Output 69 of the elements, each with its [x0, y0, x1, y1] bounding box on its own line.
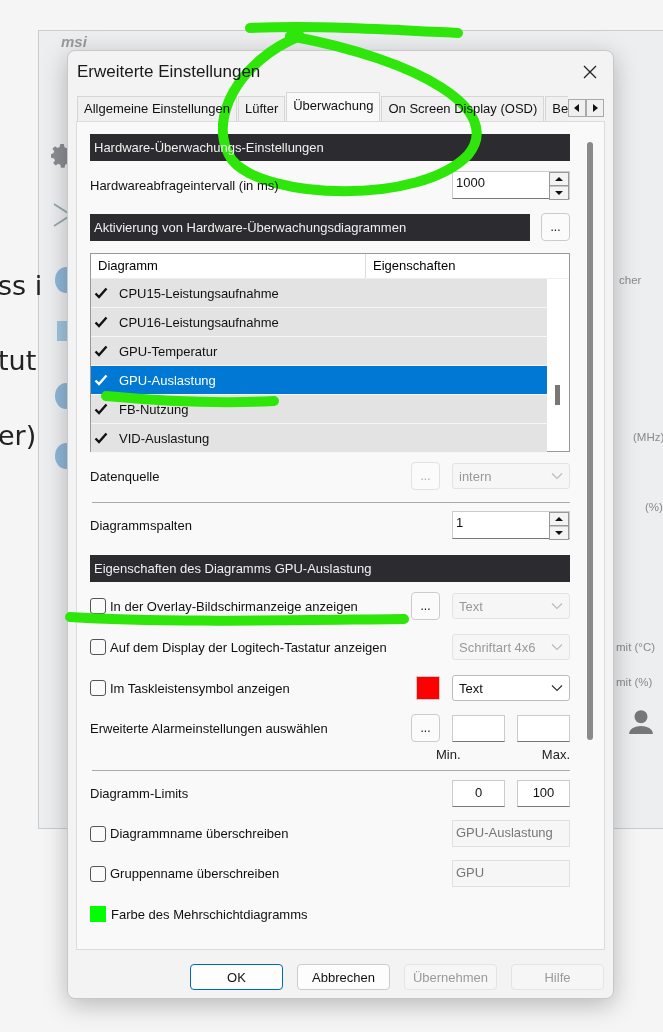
row-name: CPU16-Leistungsaufnahme	[119, 314, 279, 330]
close-icon[interactable]	[583, 65, 597, 79]
side-label: (MHz)	[633, 431, 663, 443]
more-button[interactable]: ...	[541, 213, 570, 241]
dialog-button[interactable]: Abbrechen	[297, 964, 390, 990]
column-header[interactable]: Eigenschaften	[366, 254, 456, 278]
field-label: Datenquelle	[90, 468, 160, 484]
min-field[interactable]	[452, 714, 505, 742]
text-field[interactable]: GPU	[452, 860, 570, 887]
color-swatch[interactable]	[416, 676, 440, 700]
tab[interactable]: Be	[545, 96, 568, 121]
chevron-icon	[551, 602, 563, 610]
row-name: FB-Nutzung	[119, 401, 189, 417]
dialog-button[interactable]: OK	[190, 964, 283, 990]
more-button[interactable]: ...	[411, 714, 440, 742]
column-header[interactable]: Diagramm	[91, 254, 366, 278]
scroll-left-button[interactable]	[568, 99, 586, 117]
list-row[interactable]: VID-Auslastung	[91, 424, 547, 453]
scroll-right-button[interactable]	[586, 99, 604, 117]
list-row[interactable]: CPU15-Leistungsaufnahme	[91, 279, 547, 308]
section-header: Eigenschaften des Diagramms GPU-Auslastung	[90, 555, 570, 582]
page-text: ss i	[0, 270, 43, 301]
check-icon[interactable]	[94, 316, 108, 328]
field-label: Diagramm-Limits	[90, 786, 189, 801]
tab[interactable]: Lüfter	[238, 96, 286, 121]
row-name: CPU15-Leistungsaufnahme	[119, 285, 279, 301]
min-field[interactable]: 0	[452, 780, 505, 807]
max-field[interactable]	[517, 714, 570, 742]
chevron-icon	[551, 684, 563, 692]
text-field[interactable]: GPU-Auslastung	[452, 820, 570, 847]
spin-field[interactable]: 1	[452, 511, 570, 539]
side-label: mit (°C)	[616, 641, 656, 653]
max-field[interactable]: 100	[517, 780, 570, 807]
section-header: Aktivierung von Hardware-Überwachungsdiagrammen	[90, 213, 530, 241]
spin-buttons[interactable]	[549, 172, 569, 200]
row-name: VID-Auslastung	[119, 430, 210, 446]
app-logo: msi	[61, 33, 87, 50]
list-row[interactable]: CPU16-Leistungsaufnahme	[91, 308, 547, 337]
spin-field[interactable]: 1000	[452, 171, 570, 199]
chevron-icon	[551, 472, 563, 480]
side-label: (%)	[645, 501, 663, 513]
field-caption: Max.	[540, 747, 570, 762]
checkbox-label[interactable]: Im Taskleistensymbol anzeigen	[110, 680, 290, 696]
page-text: er)	[0, 420, 37, 451]
color-swatch[interactable]	[90, 906, 106, 922]
list-row[interactable]: GPU-Temperatur	[91, 337, 547, 366]
row-name: GPU-Temperatur	[119, 343, 218, 359]
side-label: mit (%)	[616, 676, 653, 688]
check-icon[interactable]	[94, 287, 108, 299]
dropdown[interactable]: Text	[452, 675, 570, 701]
chevron-icon	[551, 643, 563, 651]
checkbox[interactable]	[90, 680, 106, 696]
check-icon[interactable]	[94, 403, 108, 415]
spin-buttons[interactable]	[549, 512, 569, 540]
checkbox-label[interactable]: Diagrammname überschreiben	[110, 826, 289, 841]
checkbox-label[interactable]: Gruppenname überschreiben	[110, 866, 280, 881]
list-row[interactable]: GPU-Auslastung	[91, 366, 547, 395]
field-label: Farbe des Mehrschichtdiagramms	[111, 906, 308, 922]
side-label: cher	[619, 274, 642, 286]
checkbox[interactable]	[90, 865, 106, 882]
field-caption: Min.	[436, 747, 462, 762]
scrollbar[interactable]	[587, 142, 593, 740]
field-label: Diagrammspalten	[90, 517, 192, 533]
row-name: GPU-Auslastung	[119, 372, 216, 388]
field-label: Erweiterte Alarmeinstellungen auswählen	[90, 720, 328, 736]
checkbox[interactable]	[90, 825, 106, 842]
check-icon[interactable]	[94, 432, 108, 444]
tab[interactable]: Überwachung	[286, 92, 381, 121]
check-icon[interactable]	[94, 345, 108, 357]
